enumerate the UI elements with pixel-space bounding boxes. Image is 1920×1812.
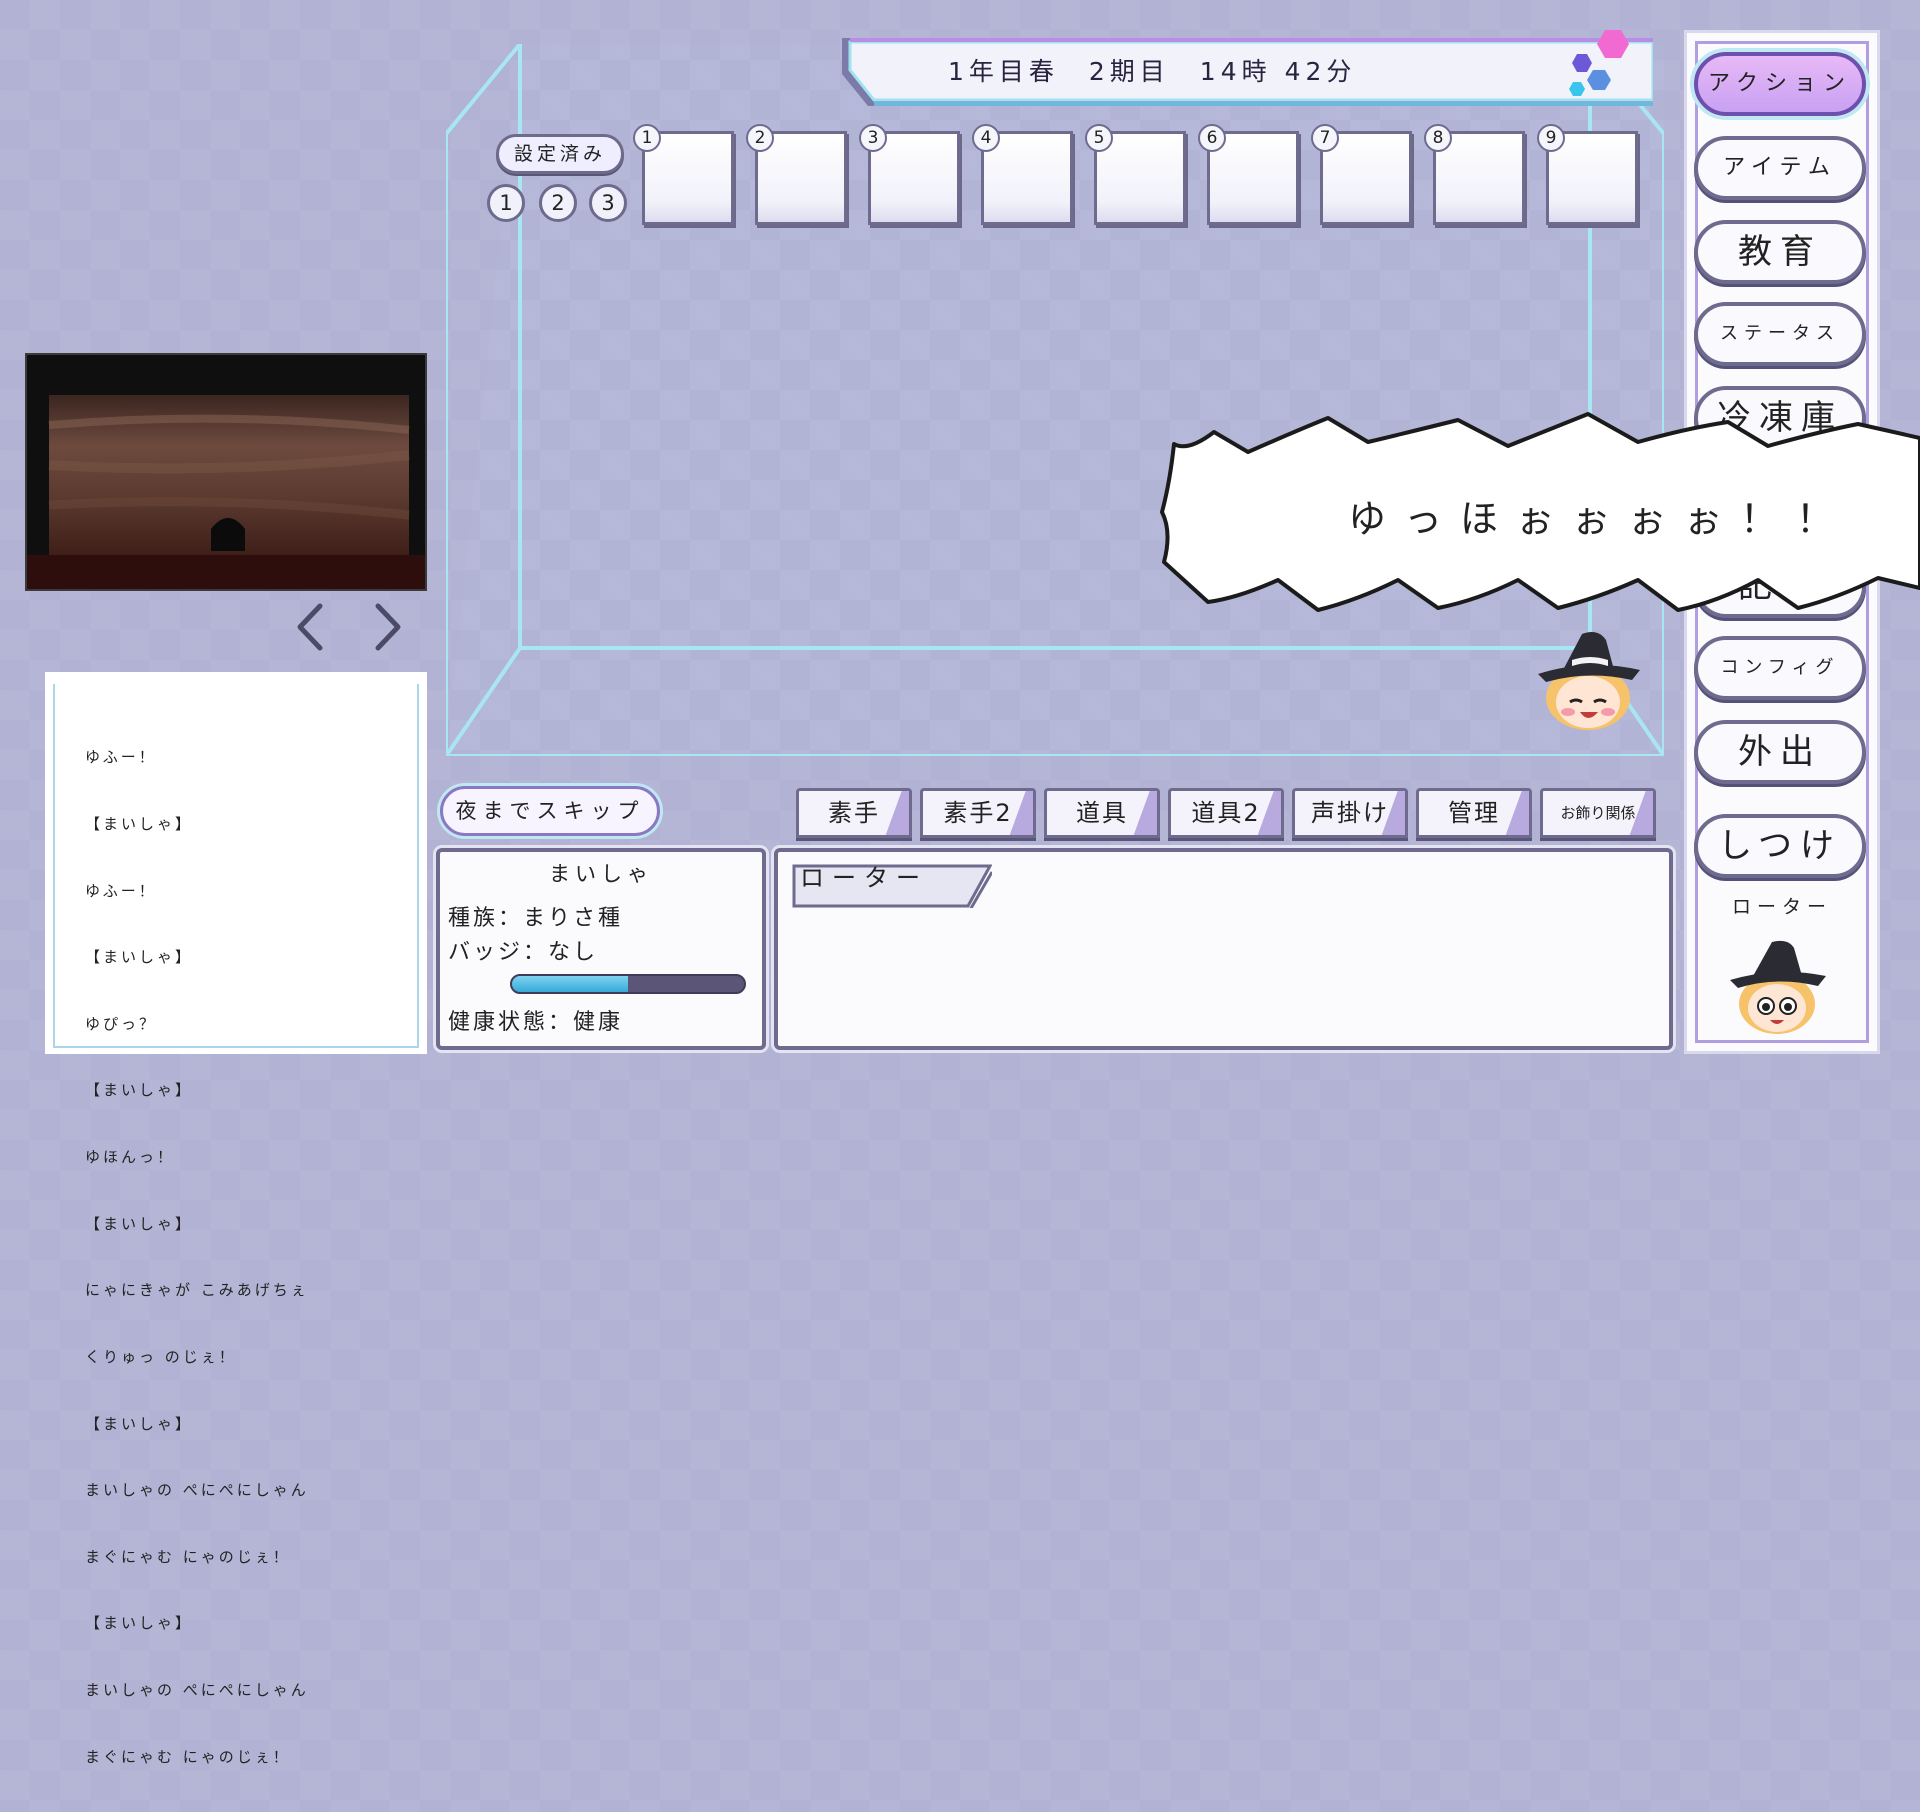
speech-text: ゆっほぉぉぉぉ！！ <box>1348 497 1853 541</box>
menu-discipline-button[interactable]: しつけ <box>1694 814 1866 878</box>
log-frame: ゆふー！ 【まいしゃ】 ゆふー！ 【まいしゃ】 ゆぴっ？ 【まいしゃ】 ゆほんっ… <box>53 684 419 1766</box>
slot-number: 5 <box>1085 124 1113 152</box>
slot-number: 6 <box>1198 124 1226 152</box>
action-slot[interactable]: 9 <box>1537 124 1638 225</box>
tab-management[interactable]: 管理 <box>1416 788 1532 838</box>
date-time-label: 1年目春 2期目 14時 42分 <box>948 57 1357 86</box>
menu-go-out-button[interactable]: 外出 <box>1694 720 1866 784</box>
action-slot[interactable]: 4 <box>972 124 1073 225</box>
log-line: ゆほんっ！ <box>85 1148 176 1167</box>
skip-to-night-button[interactable]: 夜までスキップ <box>440 786 660 836</box>
slot-number: 2 <box>746 124 774 152</box>
room-illustration <box>27 355 425 589</box>
menu-education-button[interactable]: 教育 <box>1694 220 1866 284</box>
log-line: まぐにゃむ にゃのじぇ！ <box>85 1547 291 1566</box>
action-slot[interactable]: 3 <box>859 124 960 225</box>
yukkuri-marisa-sprite[interactable] <box>1528 628 1648 732</box>
chevron-left-icon[interactable] <box>290 600 330 654</box>
action-slot[interactable]: 5 <box>1085 124 1186 225</box>
action-slot[interactable]: 6 <box>1198 124 1299 225</box>
log-line: ゆふー！ <box>85 881 157 900</box>
slot-number: 7 <box>1311 124 1339 152</box>
detail-panel: ローター <box>774 848 1673 1050</box>
log-line: ゆふー！ <box>85 748 157 767</box>
action-slot[interactable]: 2 <box>746 124 847 225</box>
preset-2-button[interactable]: 2 <box>539 184 577 222</box>
log-line: 【まいしゃ】 <box>85 1414 194 1433</box>
tab-bare-hands-2[interactable]: 素手2 <box>920 788 1036 838</box>
menu-item-button[interactable]: アイテム <box>1694 136 1866 200</box>
date-banner: 1年目春 2期目 14時 42分 <box>838 30 1653 110</box>
chevron-right-icon[interactable] <box>368 600 408 654</box>
slot-number: 3 <box>859 124 887 152</box>
slot-number: 9 <box>1537 124 1565 152</box>
health-bar <box>510 974 746 994</box>
species-label: 種族：まりさ種 <box>448 906 624 931</box>
settings-saved-button[interactable]: 設定済み <box>496 134 624 174</box>
selected-item-label: ローター <box>800 864 928 892</box>
log-text: ゆふー！ 【まいしゃ】 ゆふー！ 【まいしゃ】 ゆぴっ？ 【まいしゃ】 ゆほんっ… <box>85 702 309 1812</box>
slot-number: 1 <box>633 124 661 152</box>
tab-bare-hands[interactable]: 素手 <box>796 788 912 838</box>
scene-view <box>25 353 427 591</box>
status-panel: まいしゃ 種族：まりさ種 バッジ：なし 健康状態：健康 <box>436 848 766 1050</box>
hexagon-logo-icon <box>1569 30 1629 96</box>
log-line: まいしゃの ぺにぺにしゃん <box>85 1481 309 1500</box>
log-line: 【まいしゃ】 <box>85 1214 194 1233</box>
tab-voice[interactable]: 声掛け <box>1292 788 1408 838</box>
log-line: まいしゃの ぺにぺにしゃん <box>85 1680 309 1699</box>
log-line: にゃにきゃが こみあげちぇ <box>85 1281 309 1300</box>
menu-config-button[interactable]: コンフィグ <box>1694 636 1866 700</box>
tab-accessories[interactable]: お飾り関係 <box>1540 788 1656 838</box>
log-line: くりゅっ のじぇ！ <box>85 1347 237 1366</box>
yukkuri-portrait-icon <box>1730 940 1826 1034</box>
preset-1-button[interactable]: 1 <box>487 184 525 222</box>
badge-label: バッジ：なし <box>448 940 599 965</box>
action-slot[interactable]: 8 <box>1424 124 1525 225</box>
character-name: まいしゃ <box>549 862 653 886</box>
slot-number: 8 <box>1424 124 1452 152</box>
health-bar-fill <box>512 976 628 992</box>
tab-tools[interactable]: 道具 <box>1044 788 1160 838</box>
log-line: ゆぴっ？ <box>85 1014 158 1033</box>
log-line: 【まいしゃ】 <box>85 948 194 967</box>
log-line: 【まいしゃ】 <box>85 1081 194 1100</box>
preset-3-button[interactable]: 3 <box>589 184 627 222</box>
log-line: 【まいしゃ】 <box>85 815 194 834</box>
log-line: 【まいしゃ】 <box>85 1614 194 1633</box>
slot-number: 4 <box>972 124 1000 152</box>
action-slot[interactable]: 7 <box>1311 124 1412 225</box>
health-status-label: 健康状態：健康 <box>448 1010 624 1035</box>
selected-tool-name: ローター <box>1731 896 1832 918</box>
tab-tools-2[interactable]: 道具2 <box>1168 788 1284 838</box>
message-log[interactable]: ゆふー！ 【まいしゃ】 ゆふー！ 【まいしゃ】 ゆぴっ？ 【まいしゃ】 ゆほんっ… <box>45 672 427 1766</box>
menu-status-button[interactable]: ステータス <box>1694 302 1866 366</box>
action-slot[interactable]: 1 <box>633 124 734 225</box>
log-line: まぐにゃむ にゃのじぇ！ <box>85 1747 291 1766</box>
menu-action-button[interactable]: アクション <box>1694 52 1866 116</box>
